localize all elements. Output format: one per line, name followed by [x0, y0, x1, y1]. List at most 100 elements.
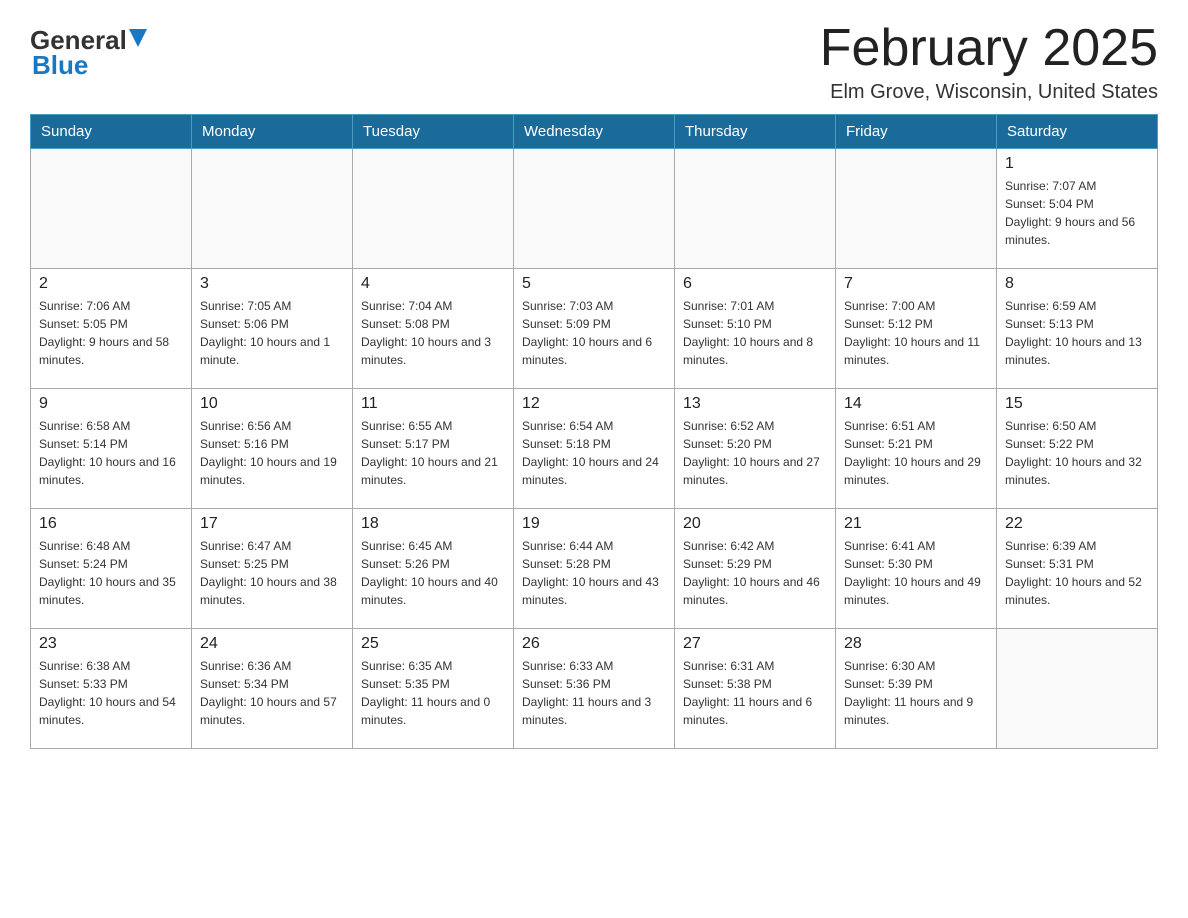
day-info: Sunrise: 7:07 AMSunset: 5:04 PMDaylight:…: [1005, 177, 1149, 249]
calendar-cell-w3-d2: 10Sunrise: 6:56 AMSunset: 5:16 PMDayligh…: [192, 389, 353, 509]
col-wednesday: Wednesday: [514, 115, 675, 149]
day-info: Sunrise: 6:50 AMSunset: 5:22 PMDaylight:…: [1005, 417, 1149, 489]
calendar-cell-w1-d3: [353, 149, 514, 269]
logo-blue-text: Blue: [32, 50, 88, 81]
day-number: 7: [844, 275, 988, 293]
calendar-cell-w2-d6: 7 Sunrise: 7:00 AMSunset: 5:12 PMDaylight…: [836, 269, 997, 389]
day-info: Sunrise: 7:01 AMSunset: 5:10 PMDaylight:…: [683, 297, 827, 369]
day-number: 13: [683, 395, 827, 413]
day-info: Sunrise: 6:48 AMSunset: 5:24 PMDaylight:…: [39, 537, 183, 609]
day-number: 1: [1005, 155, 1149, 173]
calendar-cell-w5-d6: 28 Sunrise: 6:30 AMSunset: 5:39 PMDayligh…: [836, 629, 997, 749]
day-number: 17: [200, 515, 344, 533]
calendar-cell-w3-d3: 11Sunrise: 6:55 AMSunset: 5:17 PMDayligh…: [353, 389, 514, 509]
day-number: 5: [522, 275, 666, 293]
day-info: Sunrise: 7:04 AMSunset: 5:08 PMDaylight:…: [361, 297, 505, 369]
calendar-cell-w3-d6: 14 Sunrise: 6:51 AMSunset: 5:21 PMDayligh…: [836, 389, 997, 509]
day-number: 20: [683, 515, 827, 533]
col-tuesday: Tuesday: [353, 115, 514, 149]
calendar-cell-w2-d4: 5 Sunrise: 7:03 AMSunset: 5:09 PMDaylight…: [514, 269, 675, 389]
calendar-cell-w4-d6: 21 Sunrise: 6:41 AMSunset: 5:30 PMDayligh…: [836, 509, 997, 629]
day-info: Sunrise: 6:41 AMSunset: 5:30 PMDaylight:…: [844, 537, 988, 609]
calendar-cell-w4-d1: 16 Sunrise: 6:48 AMSunset: 5:24 PMDayligh…: [31, 509, 192, 629]
day-number: 18: [361, 515, 505, 533]
day-info: Sunrise: 6:52 AMSunset: 5:20 PMDaylight:…: [683, 417, 827, 489]
day-number: 25: [361, 635, 505, 653]
day-info: Sunrise: 6:47 AMSunset: 5:25 PMDaylight:…: [200, 537, 344, 609]
month-title: February 2025: [820, 20, 1158, 77]
day-info: Sunrise: 6:51 AMSunset: 5:21 PMDaylight:…: [844, 417, 988, 489]
day-info: Sunrise: 6:38 AMSunset: 5:33 PMDaylight:…: [39, 657, 183, 729]
calendar-cell-w4-d5: 20Sunrise: 6:42 AMSunset: 5:29 PMDayligh…: [675, 509, 836, 629]
col-saturday: Saturday: [997, 115, 1158, 149]
day-info: Sunrise: 7:06 AMSunset: 5:05 PMDaylight:…: [39, 297, 183, 369]
day-number: 4: [361, 275, 505, 293]
day-info: Sunrise: 6:31 AMSunset: 5:38 PMDaylight:…: [683, 657, 827, 729]
calendar-week-2: 2 Sunrise: 7:06 AMSunset: 5:05 PMDaylight…: [31, 269, 1158, 389]
day-number: 3: [200, 275, 344, 293]
col-thursday: Thursday: [675, 115, 836, 149]
day-number: 23: [39, 635, 183, 653]
calendar-cell-w4-d4: 19 Sunrise: 6:44 AMSunset: 5:28 PMDayligh…: [514, 509, 675, 629]
calendar-week-5: 23 Sunrise: 6:38 AMSunset: 5:33 PMDayligh…: [31, 629, 1158, 749]
calendar-cell-w3-d7: 15 Sunrise: 6:50 AMSunset: 5:22 PMDayligh…: [997, 389, 1158, 509]
calendar-header-row: Sunday Monday Tuesday Wednesday Thursday…: [31, 115, 1158, 149]
calendar-cell-w2-d3: 4 Sunrise: 7:04 AMSunset: 5:08 PMDaylight…: [353, 269, 514, 389]
calendar-cell-w5-d3: 25 Sunrise: 6:35 AMSunset: 5:35 PMDayligh…: [353, 629, 514, 749]
logo-triangle-icon: [129, 29, 147, 47]
calendar-cell-w5-d4: 26 Sunrise: 6:33 AMSunset: 5:36 PMDayligh…: [514, 629, 675, 749]
calendar-cell-w1-d5: [675, 149, 836, 269]
day-number: 12: [522, 395, 666, 413]
col-friday: Friday: [836, 115, 997, 149]
day-number: 14: [844, 395, 988, 413]
day-info: Sunrise: 6:59 AMSunset: 5:13 PMDaylight:…: [1005, 297, 1149, 369]
calendar-cell-w4-d2: 17 Sunrise: 6:47 AMSunset: 5:25 PMDayligh…: [192, 509, 353, 629]
calendar-cell-w1-d4: [514, 149, 675, 269]
day-number: 2: [39, 275, 183, 293]
day-number: 16: [39, 515, 183, 533]
day-number: 22: [1005, 515, 1149, 533]
day-info: Sunrise: 7:00 AMSunset: 5:12 PMDaylight:…: [844, 297, 988, 369]
calendar-table: Sunday Monday Tuesday Wednesday Thursday…: [30, 114, 1158, 749]
calendar-cell-w5-d5: 27 Sunrise: 6:31 AMSunset: 5:38 PMDayligh…: [675, 629, 836, 749]
day-info: Sunrise: 6:33 AMSunset: 5:36 PMDaylight:…: [522, 657, 666, 729]
title-area: February 2025 Elm Grove, Wisconsin, Unit…: [820, 20, 1158, 104]
calendar-cell-w2-d7: 8 Sunrise: 6:59 AMSunset: 5:13 PMDaylight…: [997, 269, 1158, 389]
day-info: Sunrise: 6:55 AMSunset: 5:17 PMDaylight:…: [361, 417, 505, 489]
calendar-cell-w5-d2: 24 Sunrise: 6:36 AMSunset: 5:34 PMDayligh…: [192, 629, 353, 749]
day-number: 15: [1005, 395, 1149, 413]
day-number: 24: [200, 635, 344, 653]
calendar-cell-w1-d2: [192, 149, 353, 269]
day-info: Sunrise: 7:05 AMSunset: 5:06 PMDaylight:…: [200, 297, 344, 369]
day-number: 8: [1005, 275, 1149, 293]
calendar-cell-w2-d5: 6 Sunrise: 7:01 AMSunset: 5:10 PMDaylight…: [675, 269, 836, 389]
calendar-cell-w4-d7: 22 Sunrise: 6:39 AMSunset: 5:31 PMDayligh…: [997, 509, 1158, 629]
day-info: Sunrise: 6:36 AMSunset: 5:34 PMDaylight:…: [200, 657, 344, 729]
day-info: Sunrise: 6:30 AMSunset: 5:39 PMDaylight:…: [844, 657, 988, 729]
logo: General Blue: [30, 20, 148, 81]
day-number: 27: [683, 635, 827, 653]
day-number: 28: [844, 635, 988, 653]
day-number: 9: [39, 395, 183, 413]
calendar-cell-w2-d1: 2 Sunrise: 7:06 AMSunset: 5:05 PMDaylight…: [31, 269, 192, 389]
day-number: 21: [844, 515, 988, 533]
calendar-week-3: 9 Sunrise: 6:58 AMSunset: 5:14 PMDaylight…: [31, 389, 1158, 509]
calendar-cell-w3-d5: 13 Sunrise: 6:52 AMSunset: 5:20 PMDayligh…: [675, 389, 836, 509]
day-number: 19: [522, 515, 666, 533]
calendar-week-1: 1 Sunrise: 7:07 AMSunset: 5:04 PMDaylight…: [31, 149, 1158, 269]
day-info: Sunrise: 6:54 AMSunset: 5:18 PMDaylight:…: [522, 417, 666, 489]
day-info: Sunrise: 7:03 AMSunset: 5:09 PMDaylight:…: [522, 297, 666, 369]
calendar-cell-w5-d1: 23 Sunrise: 6:38 AMSunset: 5:33 PMDayligh…: [31, 629, 192, 749]
day-info: Sunrise: 6:56 AMSunset: 5:16 PMDaylight:…: [200, 417, 344, 489]
calendar-cell-w3-d1: 9 Sunrise: 6:58 AMSunset: 5:14 PMDaylight…: [31, 389, 192, 509]
day-number: 6: [683, 275, 827, 293]
day-info: Sunrise: 6:58 AMSunset: 5:14 PMDaylight:…: [39, 417, 183, 489]
calendar-cell-w1-d6: [836, 149, 997, 269]
day-info: Sunrise: 6:39 AMSunset: 5:31 PMDaylight:…: [1005, 537, 1149, 609]
day-number: 26: [522, 635, 666, 653]
day-info: Sunrise: 6:44 AMSunset: 5:28 PMDaylight:…: [522, 537, 666, 609]
day-info: Sunrise: 6:35 AMSunset: 5:35 PMDaylight:…: [361, 657, 505, 729]
calendar-cell-w3-d4: 12 Sunrise: 6:54 AMSunset: 5:18 PMDayligh…: [514, 389, 675, 509]
day-info: Sunrise: 6:45 AMSunset: 5:26 PMDaylight:…: [361, 537, 505, 609]
calendar-week-4: 16 Sunrise: 6:48 AMSunset: 5:24 PMDayligh…: [31, 509, 1158, 629]
